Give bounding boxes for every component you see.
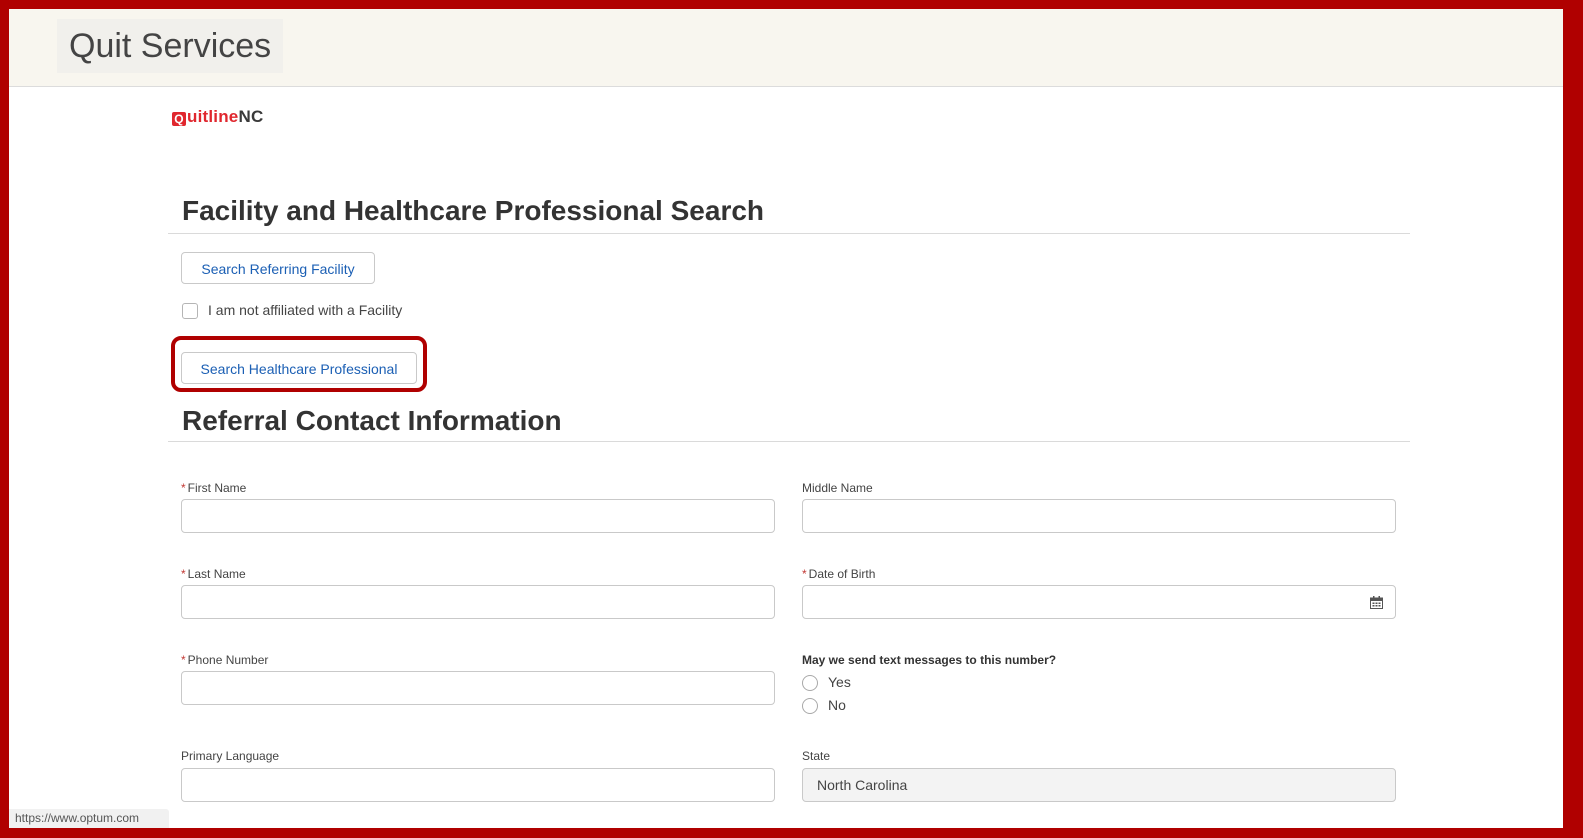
not-affiliated-checkbox[interactable]	[182, 303, 198, 319]
state-field: North Carolina	[802, 768, 1396, 802]
status-bar-url: https://www.optum.com	[9, 809, 169, 828]
contact-section-divider	[168, 441, 1410, 442]
first-name-label: * First Name	[181, 481, 246, 495]
text-no-radio[interactable]	[802, 698, 818, 714]
dob-label: * Date of Birth	[802, 567, 875, 581]
logo-word-red: uitline	[187, 107, 239, 126]
page-title: Quit Services	[57, 19, 284, 73]
required-marker: *	[802, 567, 807, 581]
required-marker: *	[181, 481, 186, 495]
top-bar: Quit Services	[9, 9, 1563, 87]
phone-label: * Phone Number	[181, 653, 268, 667]
calendar-icon[interactable]	[1370, 596, 1383, 609]
text-yes-label: Yes	[828, 674, 851, 690]
last-name-label: * Last Name	[181, 567, 246, 581]
dob-label-text: Date of Birth	[808, 567, 876, 581]
primary-language-input[interactable]	[181, 768, 775, 802]
phone-input[interactable]	[181, 671, 775, 705]
search-section-divider	[168, 233, 1410, 234]
middle-name-label: Middle Name	[802, 481, 873, 495]
search-healthcare-professional-button[interactable]: Search Healthcare Professional	[181, 352, 417, 384]
required-marker: *	[181, 567, 186, 581]
first-name-input[interactable]	[181, 499, 775, 533]
phone-label-text: Phone Number	[187, 653, 269, 667]
text-no-label: No	[828, 697, 846, 713]
logo-word-dark: NC	[238, 107, 264, 126]
quitline-logo: QuitlineNC	[172, 107, 263, 127]
last-name-input[interactable]	[181, 585, 775, 619]
last-name-label-text: Last Name	[187, 567, 246, 581]
middle-name-input[interactable]	[802, 499, 1396, 533]
search-referring-facility-button[interactable]: Search Referring Facility	[181, 252, 375, 284]
page-frame: Quit Services QuitlineNC Facility and He…	[9, 9, 1563, 828]
required-marker: *	[181, 653, 186, 667]
first-name-label-text: First Name	[187, 481, 247, 495]
logo-q-mark: Q	[172, 112, 186, 126]
dob-input[interactable]	[802, 585, 1396, 619]
text-messages-question: May we send text messages to this number…	[802, 653, 1057, 667]
text-yes-radio[interactable]	[802, 675, 818, 691]
not-affiliated-label: I am not affiliated with a Facility	[208, 302, 403, 318]
primary-language-label: Primary Language	[181, 749, 280, 763]
search-section-title: Facility and Healthcare Professional Sea…	[182, 195, 765, 226]
contact-section-title: Referral Contact Information	[182, 405, 562, 436]
state-label: State	[802, 749, 831, 763]
